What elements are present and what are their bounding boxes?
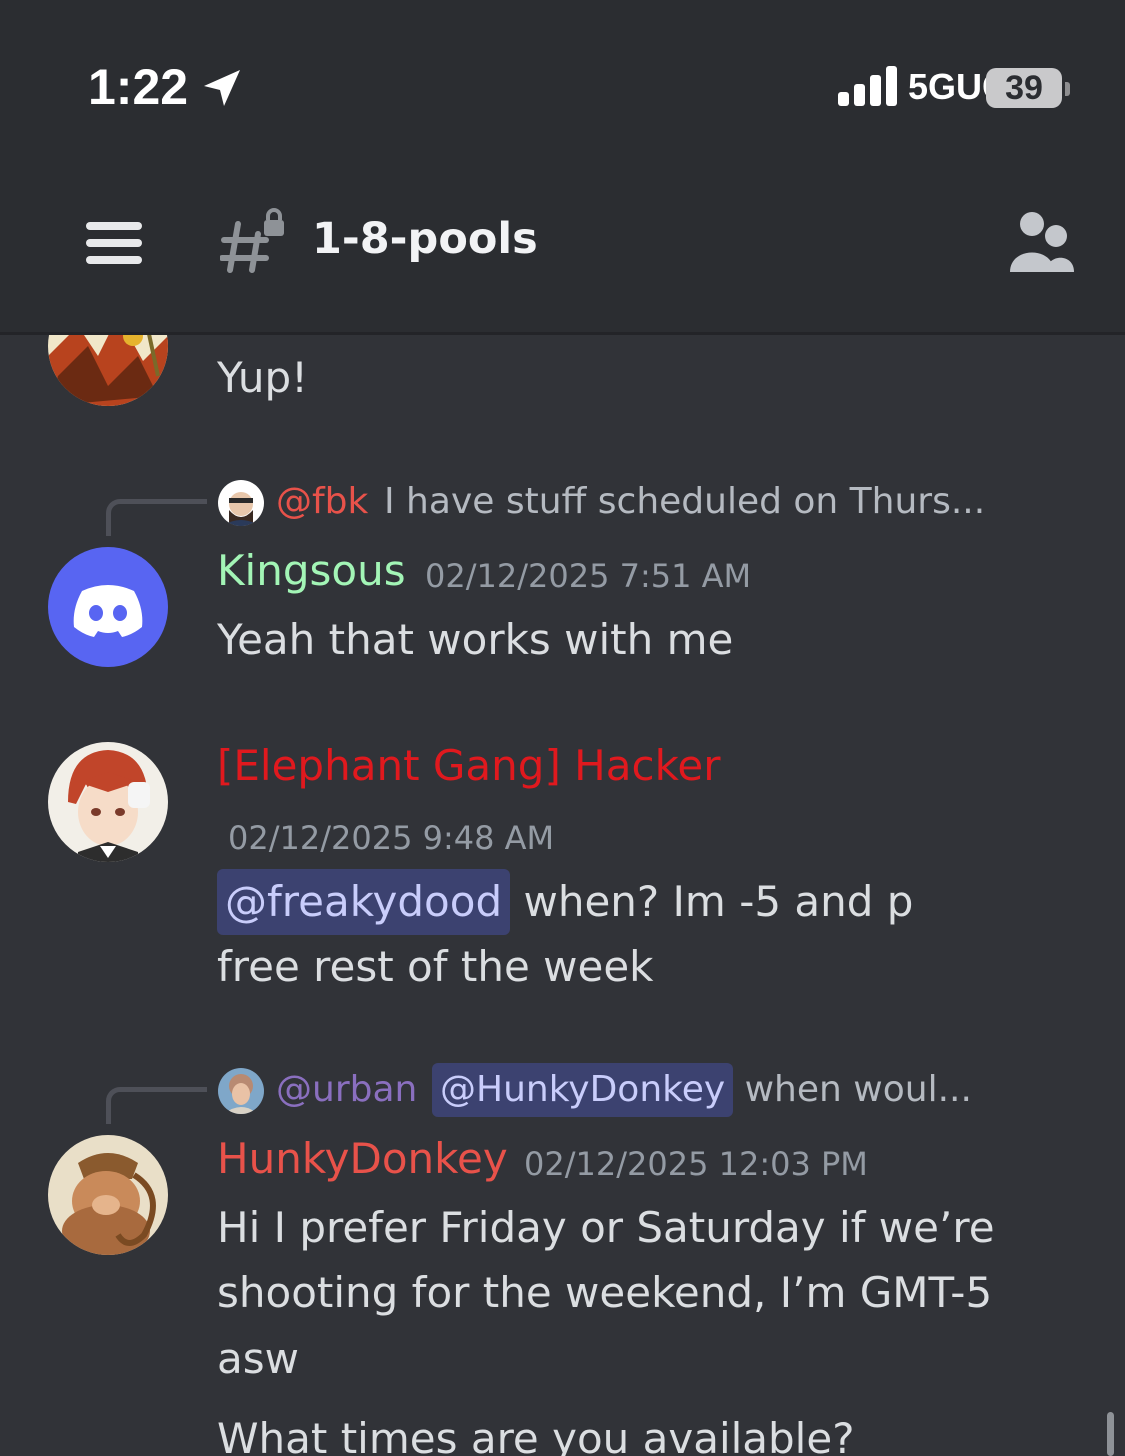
message-list[interactable]: Yup! @fbk I have stuff scheduled on Thur… (0, 335, 1125, 1456)
reply-preview[interactable]: I have stuff scheduled on Thurs... (384, 481, 985, 522)
private-channel-icon (220, 208, 284, 273)
message-text-fragment: when? Im -5 and p (523, 877, 914, 926)
avatar[interactable] (48, 742, 168, 862)
reply-avatar (218, 1068, 264, 1114)
user-mention[interactable]: @freakydood (217, 869, 511, 935)
status-bar: 1:22 5GUC 39 (0, 0, 1125, 150)
avatar[interactable] (48, 335, 168, 406)
menu-icon[interactable] (86, 222, 142, 266)
timestamp: 02/12/2025 7:51 AM (425, 557, 752, 595)
reply-mention[interactable]: @HunkyDonkey (432, 1063, 734, 1117)
channel-name: 1-8-pools (312, 214, 538, 264)
reply-avatar (218, 480, 264, 526)
scrollbar[interactable] (1107, 1412, 1114, 1456)
message-text: Yup! (217, 353, 308, 402)
message-text: asw (217, 1334, 299, 1383)
message-text: free rest of the week (217, 942, 654, 991)
discord-logo-icon (73, 585, 143, 637)
user-avatar-image (48, 335, 168, 406)
username[interactable]: Kingsous (217, 546, 406, 595)
message-text: shooting for the weekend, I’m GMT-5 (217, 1268, 993, 1317)
reply-username[interactable]: @fbk (276, 481, 368, 522)
message-text: Yeah that works with me (217, 615, 734, 664)
timestamp: 02/12/2025 12:03 PM (524, 1145, 868, 1183)
reply-preview-text: when woul... (744, 1069, 972, 1110)
reply-username[interactable]: @urban (276, 1069, 417, 1110)
message-text: What times are you available? (217, 1414, 855, 1456)
user-avatar-image (48, 742, 168, 862)
username[interactable]: [Elephant Gang] Hacker (217, 741, 721, 790)
status-time: 1:22 (88, 59, 189, 115)
avatar[interactable] (48, 1135, 168, 1255)
reply-connector (106, 1087, 207, 1124)
user-avatar-image (48, 1135, 168, 1255)
battery-nub (1065, 82, 1070, 96)
message-text: @freakydood when? Im -5 and p (217, 869, 913, 935)
timestamp: 02/12/2025 9:48 AM (228, 819, 555, 857)
username[interactable]: HunkyDonkey (217, 1134, 508, 1183)
channel-header: 1-8-pools (0, 150, 1125, 335)
cellular-signal-icon (838, 66, 897, 106)
message-text: Hi I prefer Friday or Saturday if we’re (217, 1203, 995, 1252)
location-arrow-icon (204, 70, 240, 106)
reply-connector (106, 499, 207, 536)
battery-level: 39 (1005, 69, 1043, 107)
reply-preview[interactable]: @HunkyDonkey when woul... (432, 1063, 972, 1117)
battery-icon: 39 (986, 68, 1062, 108)
avatar[interactable] (48, 547, 168, 667)
members-icon[interactable] (1006, 210, 1076, 276)
